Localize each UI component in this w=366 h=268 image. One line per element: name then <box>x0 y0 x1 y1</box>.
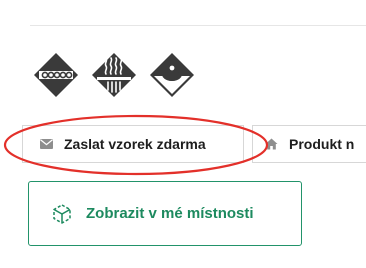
water-drop-icon <box>149 52 195 98</box>
steam-heat-icon <box>91 52 137 98</box>
view-in-my-room-label: Zobrazit v mé místnosti <box>86 205 254 222</box>
product-feature-badges <box>33 52 195 102</box>
free-sample-button[interactable]: Zaslat vzorek zdarma <box>22 125 244 163</box>
product-label: Produkt n <box>289 136 355 152</box>
view-in-my-room-button[interactable]: Zobrazit v mé místnosti <box>28 181 302 246</box>
section-divider <box>30 25 366 26</box>
3d-cube-icon <box>51 203 73 225</box>
product-button[interactable]: Produkt n <box>252 125 366 163</box>
home-icon <box>265 138 278 150</box>
envelope-icon <box>40 139 53 149</box>
free-sample-label: Zaslat vzorek zdarma <box>64 136 206 152</box>
heating-cable-icon <box>33 52 79 98</box>
